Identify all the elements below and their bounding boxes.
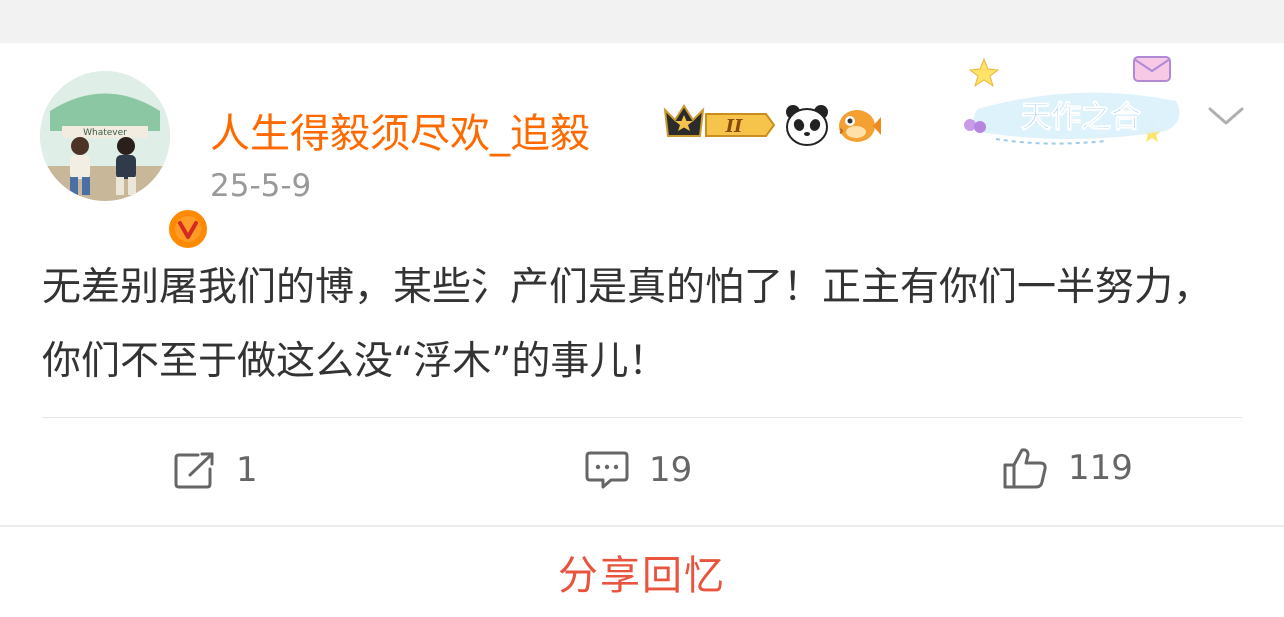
svg-text:Whatever: Whatever [83,128,127,138]
crown-icon: II [663,104,776,137]
verified-icon [165,206,211,252]
post-text: 无差别屠我们的博，某些氵产们是真的怕了！正主有你们一半努力，你们不至于做这么没“… [42,265,1213,384]
avatar[interactable]: Whatever [40,71,211,252]
top-separator [0,0,1284,43]
avatar-illustration: Whatever [40,71,170,201]
like-icon [1003,448,1047,489]
comment-button[interactable]: 19 [585,450,692,490]
post-timestamp: 25-5-9 [210,168,312,204]
avatar-image: Whatever [40,71,170,201]
svg-text:II: II [725,116,743,137]
panda-icon [784,103,830,151]
comment-count: 19 [649,450,693,490]
repost-icon [174,452,214,489]
share-memory-button[interactable]: 分享回忆 [558,543,726,601]
post-card: Whatever 人生得毅须尽欢_追毅 II 25-5-9 天作之合 无差别屠我… [0,43,1284,525]
chevron-down-icon[interactable] [1206,103,1246,133]
user-level-badge[interactable]: II [662,100,778,146]
couple-sticker[interactable]: 天作之合 [956,51,1196,151]
like-count: 119 [1068,448,1133,488]
divider [42,417,1242,418]
svg-text:天作之合: 天作之合 [1021,100,1141,135]
repost-count: 1 [236,450,258,490]
like-button[interactable]: 119 [1002,448,1133,489]
username[interactable]: 人生得毅须尽欢_追毅 [210,101,590,159]
repost-button[interactable]: 1 [174,450,258,490]
comment-icon [585,451,629,489]
fish-icon [836,103,882,151]
share-memory-bar: 分享回忆 [0,527,1284,617]
